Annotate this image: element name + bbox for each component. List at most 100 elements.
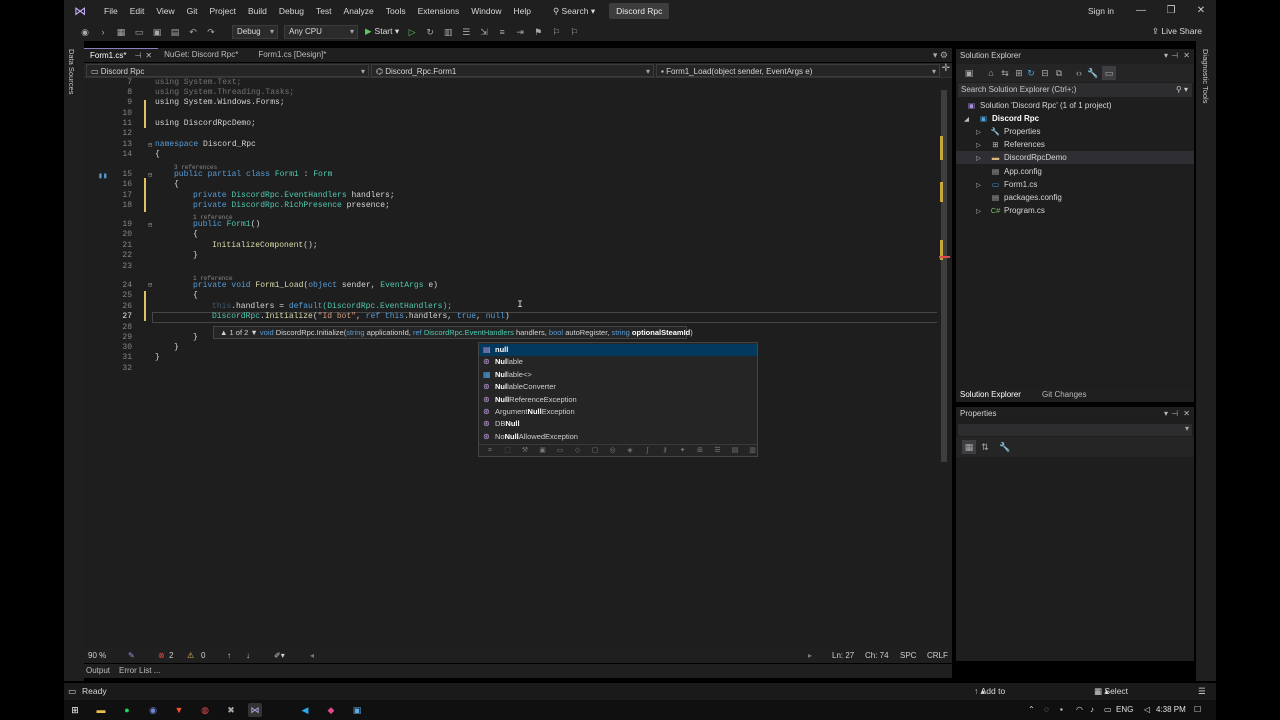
switch-views-icon[interactable]: ⇆ bbox=[998, 66, 1012, 80]
save-icon[interactable]: ▣ bbox=[150, 25, 164, 39]
completion-filter-icon[interactable]: ☰ bbox=[713, 446, 723, 456]
menu-tools[interactable]: Tools bbox=[380, 6, 412, 16]
column-indicator[interactable]: Ch: 74 bbox=[865, 648, 889, 663]
menu-build[interactable]: Build bbox=[242, 6, 273, 16]
pin-icon[interactable]: ⊣ bbox=[1171, 407, 1178, 421]
categorized-icon[interactable]: ▦ bbox=[962, 440, 976, 454]
panel-dropdown-icon[interactable]: ▾ bbox=[1164, 407, 1168, 421]
gpu-icon[interactable]: ▪ bbox=[1060, 700, 1063, 720]
hot-reload-icon[interactable]: ↻ bbox=[423, 25, 437, 39]
completion-item[interactable]: ▤ null bbox=[479, 344, 757, 356]
tab-output[interactable]: Output bbox=[86, 664, 110, 678]
line-indicator[interactable]: Ln: 27 bbox=[832, 648, 854, 663]
collapsed-arrow-icon[interactable]: ▷ bbox=[976, 128, 981, 136]
collapsed-arrow-icon[interactable]: ▷ bbox=[976, 154, 981, 162]
preview-icon[interactable]: ▭ bbox=[1102, 66, 1116, 80]
show-all-files-icon[interactable]: ⧉ bbox=[1052, 66, 1066, 80]
close-icon[interactable]: ✕ bbox=[1183, 49, 1190, 63]
collapsed-arrow-icon[interactable]: ▷ bbox=[976, 181, 981, 189]
live-share-button[interactable]: ⇪ Live Share bbox=[1152, 26, 1202, 37]
brave-browser-icon[interactable]: ▼ bbox=[172, 703, 186, 717]
minimize-icon[interactable]: — bbox=[1126, 0, 1156, 22]
tab-form1-cs[interactable]: Form1.cs* ⊣ ✕ bbox=[84, 48, 159, 63]
sync-icon[interactable]: ▣ bbox=[962, 66, 976, 80]
maximize-icon[interactable]: ❐ bbox=[1156, 0, 1186, 22]
app-icon[interactable]: ◆ bbox=[324, 703, 338, 717]
completion-filter-icon[interactable]: ▭ bbox=[555, 446, 565, 456]
tree-item[interactable]: ▤ App.config bbox=[990, 165, 1042, 178]
completion-filter-icon[interactable]: ◇ bbox=[573, 446, 583, 456]
align-icon[interactable]: ≡ bbox=[495, 25, 509, 39]
wifi-icon[interactable]: ◠ bbox=[1076, 700, 1083, 720]
previous-issue-icon[interactable]: ↑ bbox=[227, 648, 231, 663]
intellisense-completion-list[interactable]: ▤ null ⊛ Nullable ▦ Nullable<> ⊛ NullableConver… bbox=[478, 342, 758, 457]
fold-toggle-icon[interactable]: ⊟ bbox=[148, 171, 152, 180]
panel-dropdown-icon[interactable]: ▾ bbox=[1164, 49, 1168, 63]
completion-filter-icon[interactable]: ⊞ bbox=[695, 446, 705, 456]
fold-toggle-icon[interactable]: ⊟ bbox=[148, 141, 152, 150]
expanded-arrow-icon[interactable]: ◢ bbox=[964, 115, 969, 123]
notifications-icon[interactable]: ☰ bbox=[1198, 683, 1206, 700]
error-count[interactable]: 2 bbox=[169, 648, 173, 663]
speaker-icon[interactable]: ◁ bbox=[1144, 700, 1150, 720]
completion-item[interactable]: ⊛ NullReferenceException bbox=[479, 394, 757, 406]
start-without-debugging-icon[interactable]: ▷ bbox=[405, 25, 419, 39]
platform-select[interactable]: Any CPU bbox=[284, 24, 358, 39]
code-cleanup-icon[interactable]: ✐▾ bbox=[274, 648, 285, 663]
zoom-level[interactable]: 90 % bbox=[88, 648, 106, 663]
scroll-right-icon[interactable]: ▸ bbox=[808, 648, 812, 663]
completion-item[interactable]: ⊛ DBNull bbox=[479, 418, 757, 430]
menu-analyze[interactable]: Analyze bbox=[338, 6, 380, 16]
search-button[interactable]: ⚲ Search ▾ bbox=[547, 6, 601, 17]
completion-filter-icon[interactable]: ⌗ bbox=[485, 446, 495, 456]
tab-git-changes[interactable]: Git Changes bbox=[1042, 388, 1086, 402]
refresh-icon[interactable]: ↻ bbox=[1024, 66, 1038, 80]
error-icon[interactable]: ⊗ bbox=[158, 648, 165, 663]
tray-expand-icon[interactable]: ⌃ bbox=[1028, 700, 1035, 720]
pin-icon[interactable]: ⊣ bbox=[1171, 49, 1178, 63]
file-explorer-icon[interactable]: ▬ bbox=[94, 703, 108, 717]
tree-item[interactable]: ▣ Solution 'Discord Rpc' (1 of 1 project) bbox=[966, 99, 1112, 112]
telegram-icon[interactable]: ◀ bbox=[298, 703, 312, 717]
new-project-icon[interactable]: ▦ bbox=[114, 25, 128, 39]
collapsed-arrow-icon[interactable]: ▷ bbox=[976, 207, 981, 215]
warning-count[interactable]: 0 bbox=[201, 648, 205, 663]
overload-down-icon[interactable]: ▼ bbox=[250, 328, 257, 337]
pin-icon[interactable]: ⊣ bbox=[134, 49, 141, 63]
completion-filter-icon[interactable]: ✦ bbox=[678, 446, 688, 456]
fold-toggle-icon[interactable]: ⊟ bbox=[148, 281, 152, 290]
bookmark-next-icon[interactable]: ⚐ bbox=[567, 25, 581, 39]
tree-item[interactable]: ▤ packages.config bbox=[990, 191, 1062, 204]
menu-project[interactable]: Project bbox=[204, 6, 242, 16]
visual-studio-logo-icon[interactable]: ⋈ bbox=[72, 3, 88, 19]
keyboard-layout-icon[interactable]: ▭ bbox=[1104, 700, 1112, 720]
completion-item[interactable]: ▦ Nullable<> bbox=[479, 369, 757, 381]
step-icon[interactable]: ⇲ bbox=[477, 25, 491, 39]
navigate-back-icon[interactable]: ◉ bbox=[78, 25, 92, 39]
app-icon[interactable]: ▣ bbox=[350, 703, 364, 717]
alphabetical-icon[interactable]: ⇅ bbox=[978, 440, 992, 454]
editor-vertical-scrollbar[interactable] bbox=[937, 78, 952, 648]
sign-in-link[interactable]: Sign in bbox=[1088, 6, 1114, 16]
overload-up-icon[interactable]: ▲ bbox=[220, 328, 227, 337]
menu-test[interactable]: Test bbox=[310, 6, 338, 16]
data-sources-tab[interactable]: Data Sources bbox=[67, 49, 76, 94]
completion-filter-icon[interactable]: ▤ bbox=[730, 446, 740, 456]
properties-icon[interactable]: 🔧 bbox=[1086, 66, 1100, 80]
completion-filter-icon[interactable]: ◎ bbox=[608, 446, 618, 456]
indent-icon[interactable]: ⇥ bbox=[513, 25, 527, 39]
format-icon[interactable]: ☰ bbox=[459, 25, 473, 39]
bookmark-prev-icon[interactable]: ⚐ bbox=[549, 25, 563, 39]
completion-filter-icon[interactable]: ▢ bbox=[590, 446, 600, 456]
tree-item[interactable]: ▣ Discord Rpc bbox=[978, 112, 1039, 125]
undo-icon[interactable]: ↶ bbox=[186, 25, 200, 39]
app-icon[interactable]: ◍ bbox=[198, 703, 212, 717]
spotify-icon[interactable]: ● bbox=[120, 703, 134, 717]
language-indicator[interactable]: ENG bbox=[1116, 700, 1133, 720]
collapse-all-icon[interactable]: ⊟ bbox=[1038, 66, 1052, 80]
menu-extensions[interactable]: Extensions bbox=[412, 6, 466, 16]
menu-debug[interactable]: Debug bbox=[273, 6, 310, 16]
solution-search-input[interactable]: Search Solution Explorer (Ctrl+;) ⚲ ▾ bbox=[958, 83, 1192, 97]
action-center-icon[interactable]: ☐ bbox=[1194, 700, 1201, 720]
completion-item[interactable]: ⊛ NullableConverter bbox=[479, 381, 757, 393]
